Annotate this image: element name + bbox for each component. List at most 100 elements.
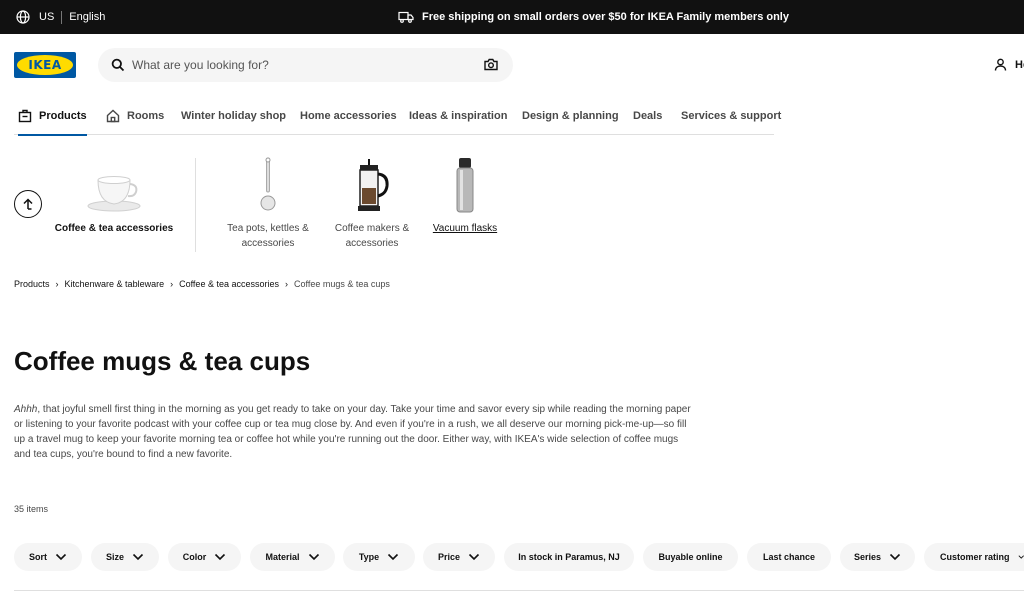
category-tea-pots[interactable]: Tea pots, kettles & accessories (218, 152, 318, 251)
truck-icon (398, 11, 414, 23)
french-press-image (322, 152, 422, 214)
page-description: Ahhh, that joyful smell first thing in t… (14, 402, 694, 462)
item-count: 35 items (14, 504, 49, 514)
filter-size-button[interactable]: Size (91, 543, 159, 571)
nav-tab-rooms[interactable]: Rooms (106, 96, 164, 135)
nav-tab-design-planning[interactable]: Design & planning (522, 96, 619, 135)
breadcrumb-link[interactable]: Kitchenware & tableware (65, 279, 165, 289)
chevron-down-icon (1018, 555, 1024, 559)
nav-label: Deals (633, 109, 663, 122)
category-divider (195, 158, 196, 252)
description-italic: Ahhh (14, 404, 38, 415)
camera-icon[interactable] (484, 58, 498, 71)
filter-label: Buyable online (658, 552, 723, 562)
category-label-line2: accessories (345, 238, 399, 249)
category-coffee-makers[interactable]: Coffee makers & accessories (322, 152, 422, 251)
nav-tab-ideas-inspiration[interactable]: Ideas & inspiration (409, 96, 507, 135)
filter-in-stock-toggle[interactable]: In stock in Paramus, NJ (504, 543, 634, 571)
search-input[interactable] (132, 48, 472, 82)
chevron-down-icon (308, 553, 319, 561)
top-announcement-bar: US English Free shipping on small orders… (0, 0, 1024, 34)
back-up-button[interactable] (14, 190, 42, 218)
nav-tab-products[interactable]: Products (18, 96, 87, 136)
description-text: , that joyful smell first thing in the m… (14, 404, 691, 460)
chevron-right-icon: › (284, 279, 288, 289)
category-label-line2: accessories (241, 238, 295, 249)
filter-label: Size (105, 552, 124, 562)
main-nav: Products Rooms Winter holiday shop Home … (14, 96, 781, 136)
filter-material-button[interactable]: Material (250, 543, 335, 571)
filter-label: Price (437, 552, 461, 562)
filter-series-button[interactable]: Series (840, 543, 915, 571)
shipping-promo[interactable]: Free shipping on small orders over $50 f… (398, 0, 789, 34)
filter-price-button[interactable]: Price (423, 543, 495, 571)
nav-tab-services-support[interactable]: Services & support (681, 96, 781, 135)
filter-label: Type (358, 552, 380, 562)
breadcrumb-current: Coffee mugs & tea cups (293, 279, 390, 289)
nav-label: Design & planning (522, 109, 619, 122)
home-icon (106, 109, 120, 122)
search-bar[interactable] (98, 48, 513, 82)
nav-tab-home-accessories[interactable]: Home accessories (300, 96, 397, 135)
chevron-down-icon (388, 553, 399, 561)
category-vacuum-flasks[interactable]: Vacuum flasks (425, 152, 505, 236)
filter-label: Material (265, 552, 300, 562)
nav-tab-deals[interactable]: Deals (633, 96, 662, 135)
user-icon (994, 58, 1007, 71)
filter-label: Color (182, 552, 207, 562)
filter-last-chance-toggle[interactable]: Last chance (747, 543, 831, 571)
category-label-line1: Coffee makers & (334, 223, 410, 234)
nav-label: Ideas & inspiration (409, 109, 508, 122)
chevron-down-icon (132, 553, 144, 561)
chevron-down-icon (889, 553, 901, 561)
category-label: Coffee & tea accessories (54, 223, 174, 234)
cup-image (50, 152, 178, 214)
nav-tab-winter-holiday-shop[interactable]: Winter holiday shop (181, 96, 286, 135)
chevron-down-icon (215, 553, 226, 561)
filter-label: Last chance (762, 552, 816, 562)
chevron-right-icon: › (55, 279, 59, 289)
divider (61, 10, 63, 24)
filter-color-button[interactable]: Color (168, 543, 241, 571)
nav-label: Products (39, 109, 87, 122)
account-label: He (1015, 58, 1024, 71)
breadcrumb-link[interactable]: Products (14, 279, 50, 289)
nav-label: Winter holiday shop (181, 109, 287, 122)
products-icon (18, 109, 32, 122)
language-label: English (69, 11, 106, 23)
page-title: Coffee mugs & tea cups (14, 346, 311, 376)
logo-oval: IKEA (17, 55, 73, 75)
filter-buyable-online-toggle[interactable]: Buyable online (643, 543, 738, 571)
locale-selector[interactable]: US English (16, 0, 105, 34)
ikea-logo[interactable]: IKEA (14, 52, 76, 78)
filter-label: Customer rating (940, 552, 1010, 562)
promo-text: Free shipping on small orders over $50 f… (422, 11, 789, 23)
filter-label: In stock in Paramus, NJ (518, 552, 620, 562)
filter-sort-button[interactable]: Sort (14, 543, 82, 571)
chevron-down-icon (55, 553, 67, 561)
breadcrumb-link[interactable]: Coffee & tea accessories (179, 279, 279, 289)
search-icon (111, 58, 125, 72)
strainer-image (218, 152, 318, 214)
filter-bar: Sort Size Color Material Type Price In s… (14, 543, 1024, 571)
filter-type-button[interactable]: Type (343, 543, 415, 571)
filter-label: Sort (29, 552, 47, 562)
breadcrumb: Products › Kitchenware & tableware › Cof… (14, 279, 390, 289)
chevron-down-icon (468, 553, 480, 561)
category-current[interactable]: Coffee & tea accessories (50, 152, 178, 236)
category-label-line1: Tea pots, kettles & (227, 223, 309, 234)
account-link[interactable]: He (994, 58, 1024, 71)
chevron-right-icon: › (170, 279, 174, 289)
category-label: Vacuum flasks (432, 223, 498, 234)
filter-label: Series (853, 552, 882, 562)
flask-image (425, 152, 505, 214)
filter-customer-rating-button[interactable]: Customer rating (924, 543, 1024, 571)
country-label: US (39, 11, 55, 23)
arrow-up-icon (23, 198, 33, 210)
divider (14, 590, 1024, 591)
globe-icon (16, 10, 30, 24)
nav-label: Rooms (127, 109, 165, 122)
nav-label: Services & support (681, 109, 782, 122)
nav-label: Home accessories (300, 109, 397, 122)
logo-text: IKEA (28, 58, 62, 72)
